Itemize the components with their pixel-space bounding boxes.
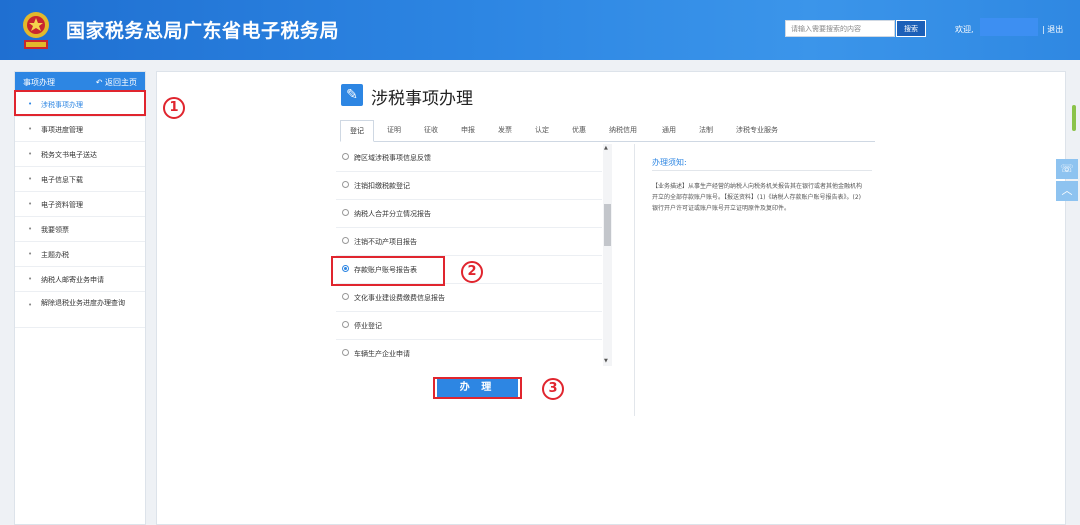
scroll-up-icon[interactable]: ▲ [604,145,608,151]
wechat-icon[interactable]: ☏ [1056,159,1078,179]
step-number-3: 3 [542,378,564,400]
list-item[interactable]: 车辆生产企业申请 [336,340,602,366]
tab-preference[interactable]: 优惠 [572,125,586,135]
tab-declaration[interactable]: 申报 [461,125,475,135]
sidebar-title: 事项办理 [23,78,55,87]
sidebar-item-get-invoice[interactable]: • 我要领票 [15,217,145,242]
page-title: 涉税事项办理 [371,89,473,109]
list-scroll-thumb[interactable] [604,204,611,246]
site-title: 国家税务总局广东省电子税务局 [66,20,340,42]
notes-body: 【业务描述】从事生产经营的纳税人向税务机关报告其在银行或者其他金融机构开立的全部… [652,183,863,212]
tab-invoice[interactable]: 发票 [498,125,512,135]
radio-button[interactable] [342,181,349,188]
tab-collection[interactable]: 征收 [424,125,438,135]
highlight-box-step3 [433,377,522,399]
sidebar-header: 事项办理 ↶ 返回主页 [15,72,145,92]
sidebar-item-e-delivery[interactable]: • 税务文书电子送达 [15,142,145,167]
sidebar-item-theme[interactable]: • 主题办税 [15,242,145,267]
tab-recognition[interactable]: 认定 [535,125,549,135]
back-arrow-icon: ↶ [95,78,103,87]
tab-legal[interactable]: 法制 [699,125,713,135]
sidebar-item-progress[interactable]: • 事项进度管理 [15,117,145,142]
left-sidebar: 事项办理 ↶ 返回主页 • 涉税事项办理 • 事项进度管理 • 税务文书电子送达 • 电… [14,71,146,525]
divider [652,170,872,171]
step-number-2: 2 [461,261,483,283]
page-scroll-indicator [1072,105,1076,131]
welcome-text: 欢迎, [955,25,974,34]
list-item[interactable]: 纳税人合并分立情况报告 [336,200,602,228]
list-item[interactable]: 文化事业建设费缴费信息报告 [336,284,602,312]
tax-emblem-icon [23,12,49,49]
step-number-1: 1 [163,97,185,119]
search-input[interactable]: 请输入需要搜索的内容 [785,20,895,37]
radio-button[interactable] [342,293,349,300]
sidebar-item-download[interactable]: • 电子信息下载 [15,167,145,192]
highlight-box-step1 [14,90,146,116]
list-scrollbar[interactable] [603,144,612,366]
list-item[interactable]: 跨区域涉税事项信息反馈 [336,144,602,172]
sidebar-item-e-docs[interactable]: • 电子资料管理 [15,192,145,217]
category-tabs: 登记 证明 征收 申报 发票 认定 优惠 纳税信用 通用 法制 涉税专业服务 [340,120,875,142]
back-home-link[interactable]: ↶ 返回主页 [96,77,137,88]
tab-professional[interactable]: 涉税专业服务 [736,125,778,135]
list-item[interactable]: 停业登记 [336,312,602,340]
scroll-down-icon[interactable]: ▼ [604,358,608,364]
tab-general[interactable]: 通用 [662,125,676,135]
sidebar-item-mail[interactable]: • 纳税人邮寄业务申请 [15,267,145,292]
highlight-box-step2 [331,256,445,286]
top-header: 国家税务总局广东省电子税务局 请输入需要搜索的内容 搜索 欢迎, | 退出 [0,0,1080,60]
radio-button[interactable] [342,209,349,216]
list-item[interactable]: 注销不动产项目报告 [336,228,602,256]
tab-register[interactable]: 登记 [340,120,374,142]
username-mask [980,18,1038,36]
radio-button[interactable] [342,321,349,328]
radio-button[interactable] [342,153,349,160]
search-button[interactable]: 搜索 [896,20,926,37]
edit-icon: ✎ [341,84,363,106]
notes-title: 办理须知: [652,158,687,167]
logout-link[interactable]: | 退出 [1042,24,1063,35]
sidebar-item-refund-query[interactable]: • 解除退税业务进度办理查询 [15,292,145,328]
chevron-up-icon[interactable]: ︿ [1056,181,1078,201]
list-item[interactable]: 注销扣缴税款登记 [336,172,602,200]
tab-credit[interactable]: 纳税信用 [609,125,637,135]
radio-button[interactable] [342,237,349,244]
radio-button[interactable] [342,349,349,356]
divider [634,144,635,416]
tab-certificate[interactable]: 证明 [387,125,401,135]
item-list: 跨区域涉税事项信息反馈 注销扣缴税款登记 纳税人合并分立情况报告 注销不动产项目… [336,144,612,366]
